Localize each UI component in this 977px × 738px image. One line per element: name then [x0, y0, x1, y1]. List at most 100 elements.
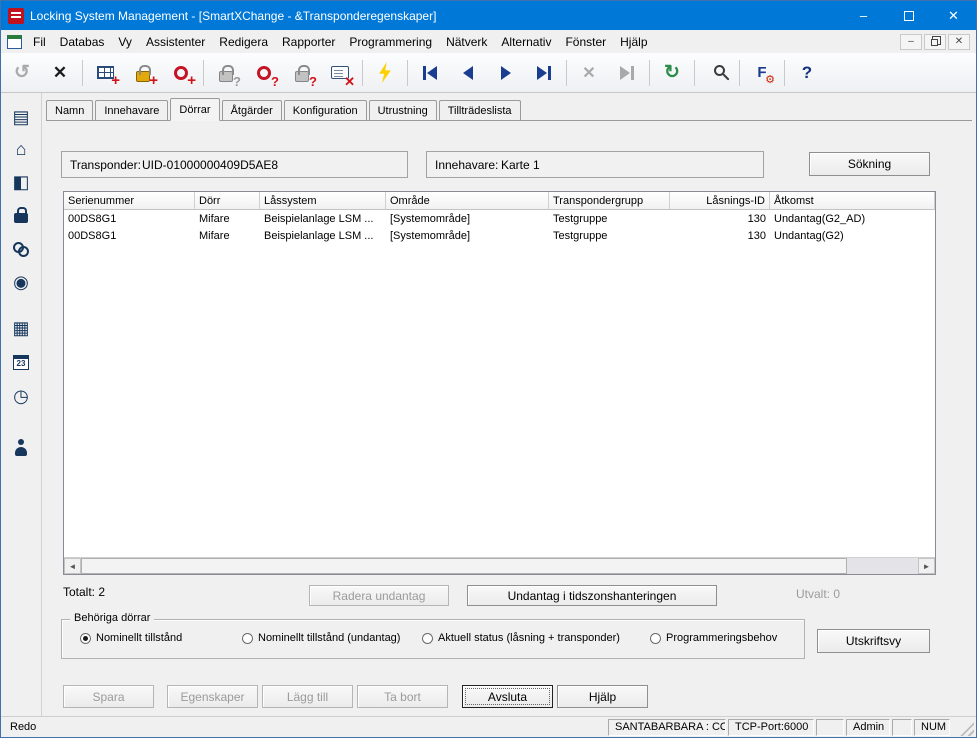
tab-utrustning[interactable]: Utrustning — [369, 100, 437, 120]
scrollbar-track[interactable] — [847, 558, 918, 574]
radio-programming-need[interactable]: Programmeringsbehov — [650, 632, 777, 644]
mdi-close-button[interactable]: ✕ — [948, 34, 970, 50]
first-record-button[interactable] — [411, 56, 449, 90]
save-button[interactable]: Spara — [63, 685, 154, 708]
next-match-button[interactable] — [608, 56, 646, 90]
menu-item-natverk[interactable]: Nätverk — [439, 33, 494, 51]
add-lock-button[interactable]: + — [124, 56, 162, 90]
mdi-window-controls: – ✕ — [898, 34, 970, 50]
last-record-button[interactable] — [525, 56, 563, 90]
menu-item-alternativ[interactable]: Alternativ — [494, 33, 558, 51]
mdi-restore-button[interactable] — [924, 34, 946, 50]
total-label: Totalt: 2 — [63, 585, 105, 599]
read-transponder-button[interactable]: ? — [245, 56, 283, 90]
card-deactivate-button[interactable]: ✕ — [321, 56, 359, 90]
disconnect-button[interactable]: ✕ — [41, 56, 79, 90]
cancel-search-button[interactable]: ✕ — [570, 56, 608, 90]
menu-item-rapporter[interactable]: Rapporter — [275, 33, 342, 51]
menu-item-fil[interactable]: Fil — [26, 33, 53, 51]
sidebar-transponder-button[interactable]: ◉ — [7, 269, 35, 295]
lightning-icon — [378, 62, 392, 83]
cell-serienummer: 00DS8G1 — [64, 212, 195, 226]
undo-button[interactable]: ↺ — [3, 56, 41, 90]
read-lock-button[interactable]: ? — [283, 56, 321, 90]
radio-nominal-state-exceptions[interactable]: Nominellt tillstånd (undantag) — [242, 632, 400, 644]
mdi-minimize-button[interactable]: – — [900, 34, 922, 50]
program-button[interactable] — [366, 56, 404, 90]
tab-tilltradeslista[interactable]: Tillträdeslista — [439, 100, 521, 120]
radio-icon — [80, 633, 91, 644]
column-header-lassystem[interactable]: Låssystem — [260, 192, 386, 210]
menu-item-vy[interactable]: Vy — [111, 33, 139, 51]
menu-item-hjalp[interactable]: Hjälp — [613, 33, 654, 51]
filter-settings-button[interactable]: F ⚙ — [743, 56, 781, 90]
menu-item-fonster[interactable]: Fönster — [558, 33, 613, 51]
scroll-left-button[interactable]: ◄ — [64, 558, 81, 574]
radio-nominal-state[interactable]: Nominellt tillstånd — [80, 632, 182, 644]
sidebar-door-button[interactable]: ◧ — [7, 169, 35, 195]
scrollbar-thumb[interactable] — [81, 558, 847, 574]
search-button[interactable]: Sökning — [809, 152, 930, 176]
menu-item-databas[interactable]: Databas — [53, 33, 112, 51]
tab-namn[interactable]: Namn — [46, 100, 93, 120]
next-record-icon — [501, 66, 511, 80]
cell-transpondergrupp: Testgruppe — [549, 229, 670, 243]
mdi-minimize-icon: – — [908, 36, 914, 47]
cell-lassystem: Beispielanlage LSM ... — [260, 229, 386, 243]
sidebar-transponder-groups-button[interactable] — [7, 236, 35, 262]
sidebar-lock-button[interactable] — [7, 201, 35, 227]
menu-item-redigera[interactable]: Redigera — [212, 33, 275, 51]
resize-grip-icon[interactable] — [960, 722, 974, 736]
menu-item-assistenter[interactable]: Assistenter — [139, 33, 212, 51]
remove-button[interactable]: Ta bort — [357, 685, 448, 708]
help-button[interactable]: Hjälp — [557, 685, 648, 708]
column-header-dorr[interactable]: Dörr — [195, 192, 260, 210]
sidebar-user-button[interactable] — [7, 434, 35, 460]
maximize-button[interactable] — [886, 1, 931, 30]
mdi-document-icon[interactable] — [7, 35, 22, 49]
column-header-lasnings-id[interactable]: Låsnings-ID — [670, 192, 770, 210]
sidebar-timezone-button[interactable]: ◷ — [7, 383, 35, 409]
print-view-button[interactable]: Utskriftsvy — [817, 629, 930, 653]
status-user: Admin — [846, 719, 890, 736]
tab-dorrar[interactable]: Dörrar — [170, 98, 219, 121]
table-row[interactable]: 00DS8G1 Mifare Beispielanlage LSM ... [S… — [64, 227, 935, 244]
radio-current-status[interactable]: Aktuell status (låsning + transponder) — [422, 632, 620, 644]
sidebar-home-button[interactable]: ⌂ — [7, 136, 35, 162]
column-header-atkomst[interactable]: Åtkomst — [770, 192, 935, 210]
minimize-button[interactable]: – — [841, 1, 886, 30]
cell-dorr: Mifare — [195, 229, 260, 243]
add-record-button[interactable]: + — [86, 56, 124, 90]
tab-innehavare[interactable]: Innehavare — [95, 100, 168, 120]
close-button[interactable]: ✕ — [931, 1, 976, 30]
statusbar: Redo SANTABARBARA : COM3 TCP-Port:6000 A… — [1, 716, 976, 737]
properties-button[interactable]: Egenskaper — [167, 685, 258, 708]
tab-konfiguration[interactable]: Konfiguration — [284, 100, 367, 120]
sidebar-matrix-button[interactable]: ▤ — [7, 104, 35, 130]
search-button-toolbar[interactable] — [698, 56, 736, 90]
refresh-icon: ↻ — [664, 61, 680, 84]
column-header-serienummer[interactable]: Serienummer — [64, 192, 195, 210]
column-header-transpondergrupp[interactable]: Transpondergrupp — [549, 192, 670, 210]
read-lock-disabled-button[interactable]: ? — [207, 56, 245, 90]
delete-exceptions-button[interactable]: Radera undantag — [309, 585, 449, 606]
add-transponder-button[interactable]: + — [162, 56, 200, 90]
previous-record-button[interactable] — [449, 56, 487, 90]
column-header-omrade[interactable]: Område — [386, 192, 549, 210]
timezone-exceptions-button[interactable]: Undantag i tidszonshanteringen — [467, 585, 717, 606]
next-record-button[interactable] — [487, 56, 525, 90]
add-button[interactable]: Lägg till — [262, 685, 353, 708]
sidebar-grid-button[interactable]: ▦ — [7, 315, 35, 341]
tab-atgarder[interactable]: Åtgärder — [222, 100, 282, 120]
table-row[interactable]: 00DS8G1 Mifare Beispielanlage LSM ... [S… — [64, 210, 935, 227]
scroll-right-button[interactable]: ► — [918, 558, 935, 574]
radio-icon — [242, 633, 253, 644]
sidebar-calendar-button[interactable]: 23 — [7, 349, 35, 375]
help-button-toolbar[interactable]: ? — [788, 56, 826, 90]
undo-icon: ↺ — [14, 61, 30, 84]
menu-item-programmering[interactable]: Programmering — [342, 33, 439, 51]
exit-button[interactable]: Avsluta — [462, 685, 553, 708]
last-record-icon — [537, 66, 551, 80]
refresh-button[interactable]: ↻ — [653, 56, 691, 90]
mdi-restore-icon — [931, 39, 938, 46]
